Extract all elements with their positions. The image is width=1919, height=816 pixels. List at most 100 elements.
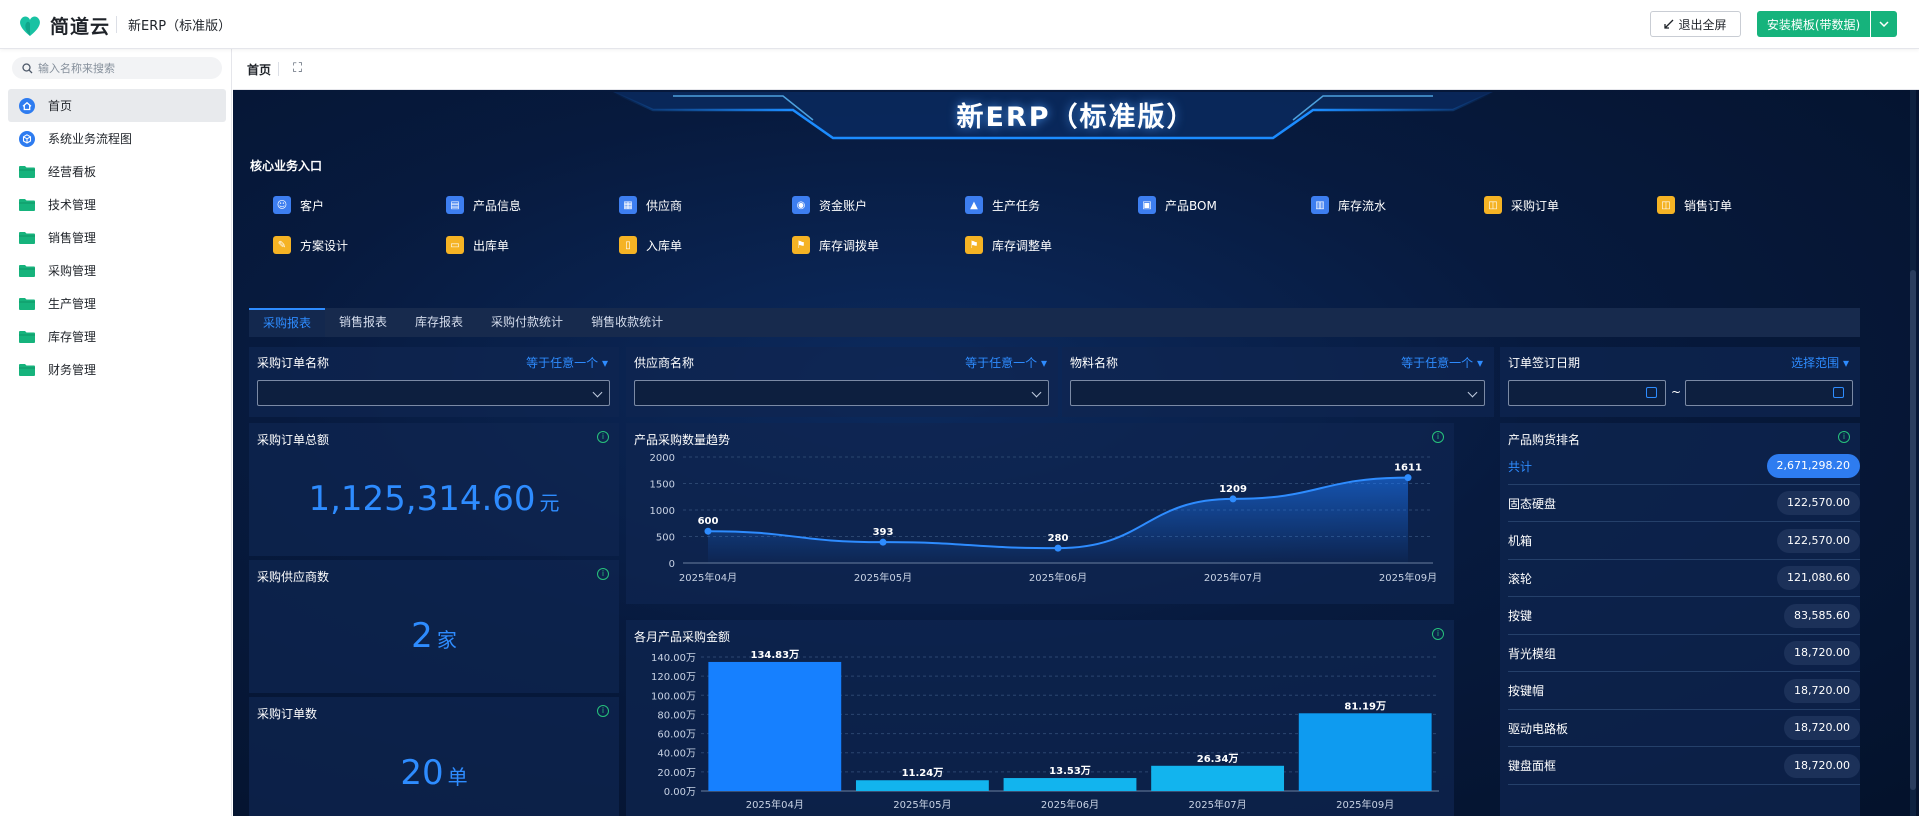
entry-item[interactable]: ◫ 采购订单 (1484, 196, 1559, 214)
entry-icon: ◫ (1657, 196, 1675, 214)
sidebar-item[interactable]: 财务管理 (8, 353, 226, 386)
ranking-value: 18,720.00 (1784, 716, 1860, 740)
ranking-row: 按键 83,585.60 (1508, 598, 1860, 635)
bar-chart: 140.00万 120.00万 100.00万 80.00万 60.00万 40.00万 2… (651, 649, 1439, 811)
folder-icon (18, 229, 36, 247)
search-icon (22, 62, 33, 73)
chart-panel: 各月产品采购金额 i 140.00万 120.00万 100.00万 80.00万 60… (626, 620, 1454, 816)
report-tab[interactable]: 采购报表 (249, 308, 326, 337)
entry-item[interactable]: ▯ 入库单 (619, 236, 682, 254)
tab-home[interactable]: 首页 (247, 61, 271, 78)
ranking-name: 固态硬盘 (1508, 496, 1557, 511)
sidebar-item[interactable]: 经营看板 (8, 155, 226, 188)
report-tab[interactable]: 库存报表 (401, 308, 477, 337)
y-tick-label: 500 (656, 533, 675, 544)
entry-item[interactable]: ☺ 客户 (273, 196, 324, 214)
sidebar-item[interactable]: 采购管理 (8, 254, 226, 287)
entry-icon: ▥ (1311, 196, 1329, 214)
filter-select[interactable] (257, 380, 610, 406)
sidebar-item[interactable]: 库存管理 (8, 320, 226, 353)
ranking-row: 滚轮 121,080.60 (1508, 560, 1860, 597)
data-label: 1209 (1219, 484, 1247, 495)
ranking-name: 机箱 (1508, 534, 1533, 548)
exit-fullscreen-button[interactable]: 退出全屏 (1650, 11, 1741, 37)
divider (116, 16, 117, 33)
filter-select[interactable] (634, 380, 1049, 406)
y-tick-label: 0.00万 (664, 787, 696, 798)
data-label: 26.34万 (1197, 753, 1239, 765)
kpi-title: 采购订单数 (257, 707, 318, 721)
entry-item[interactable]: ▦ 供应商 (619, 196, 682, 214)
entry-item[interactable]: ▥ 库存流水 (1311, 196, 1386, 214)
sidebar-item-label: 销售管理 (48, 231, 97, 245)
exit-fullscreen-label: 退出全屏 (1678, 17, 1727, 32)
report-tab[interactable]: 销售收款统计 (577, 308, 677, 337)
sidebar-item[interactable]: 生产管理 (8, 287, 226, 320)
kpi-value: 20 单 (400, 753, 468, 793)
entry-icon: ✎ (273, 236, 291, 254)
entry-item[interactable]: ✎ 方案设计 (273, 236, 348, 254)
divider (278, 62, 279, 76)
sidebar-item[interactable]: 首页 (8, 89, 226, 122)
ranking-row: 固态硬盘 122,570.00 (1508, 485, 1860, 522)
info-icon[interactable]: i (597, 568, 609, 580)
entry-icon: ⚑ (965, 236, 983, 254)
app-logo[interactable]: 简道云 (16, 12, 110, 39)
date-start-field[interactable] (1508, 380, 1666, 406)
entry-item[interactable]: ▲ 生产任务 (965, 196, 1040, 214)
bar (1151, 765, 1285, 791)
scrollbar[interactable] (1910, 90, 1916, 816)
info-icon[interactable]: i (597, 431, 609, 443)
sidebar-item[interactable]: 销售管理 (8, 221, 226, 254)
filter-select[interactable] (1070, 380, 1485, 406)
report-tab[interactable]: 销售报表 (325, 308, 401, 337)
cube-icon (18, 130, 36, 148)
entry-item[interactable]: ◉ 资金账户 (792, 196, 867, 214)
sidebar-item[interactable]: 技术管理 (8, 188, 226, 221)
y-tick-label: 2000 (650, 453, 675, 464)
entry-icon: ▦ (619, 196, 637, 214)
entry-label: 库存调整单 (992, 238, 1053, 253)
filter-operator[interactable]: 等于任意一个 ▾ (965, 354, 1047, 371)
entry-item[interactable]: ⚑ 库存调整单 (965, 236, 1052, 254)
expand-icon[interactable]: ⛶ (293, 61, 302, 76)
folder-icon (18, 361, 36, 379)
date-end-field[interactable] (1685, 380, 1853, 406)
entry-icon: ▤ (446, 196, 464, 214)
filter-label: 采购订单名称 (257, 356, 330, 370)
entry-label: 库存流水 (1338, 198, 1387, 213)
entry-icon: ▯ (619, 236, 637, 254)
y-tick-label: 1000 (650, 506, 675, 517)
filter-operator[interactable]: 等于任意一个 ▾ (1401, 354, 1483, 371)
entry-item[interactable]: ▤ 产品信息 (446, 196, 521, 214)
report-tab[interactable]: 采购付款统计 (477, 308, 577, 337)
install-template-button[interactable]: 安装模板(带数据) (1757, 11, 1870, 37)
entry-item[interactable]: ▭ 出库单 (446, 236, 509, 254)
ranking-name: 背光模组 (1508, 646, 1557, 661)
filter-label: 供应商名称 (634, 356, 695, 370)
sidebar-item-label: 经营看板 (48, 165, 97, 179)
data-label: 1611 (1394, 463, 1422, 474)
y-tick-label: 1500 (650, 480, 675, 491)
info-icon[interactable]: i (597, 705, 609, 717)
info-icon[interactable]: i (1838, 431, 1850, 443)
entry-item[interactable]: ⚑ 库存调拨单 (792, 236, 879, 254)
y-tick-label: 120.00万 (651, 672, 696, 683)
sidebar-item[interactable]: 系统业务流程图 (8, 122, 226, 155)
ranking-row: 机箱 122,570.00 (1508, 523, 1860, 560)
entry-item[interactable]: ◫ 销售订单 (1657, 196, 1732, 214)
home-icon (18, 97, 36, 115)
ranking-name: 键盘面框 (1508, 759, 1557, 773)
ranking-value: 18,720.00 (1784, 678, 1860, 703)
range-separator: ~ (1671, 385, 1682, 399)
search-input[interactable]: 输入名称来搜索 (12, 57, 222, 79)
chart-panel: 产品采购数量趋势 i 2000 1500 1000 500 0 600 2025年04月 39… (626, 423, 1454, 604)
entry-item[interactable]: ▣ 产品BOM (1138, 196, 1217, 214)
filter-operator[interactable]: 选择范围 ▾ (1791, 354, 1849, 371)
filter-operator[interactable]: 等于任意一个 ▾ (526, 354, 608, 371)
y-tick-label: 0 (669, 559, 675, 570)
bar (708, 661, 842, 791)
install-dropdown-button[interactable] (1871, 11, 1897, 37)
y-tick-label: 20.00万 (657, 768, 696, 779)
x-tick-label: 2025年05月 (893, 798, 951, 811)
